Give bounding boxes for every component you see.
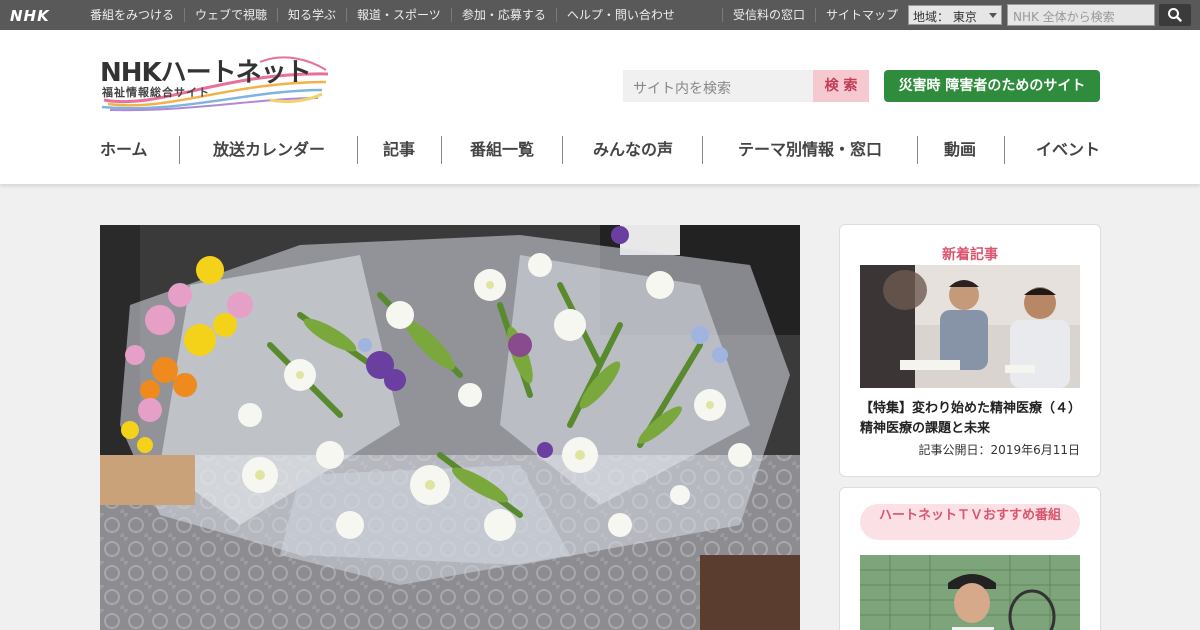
nhk-search-button[interactable] xyxy=(1159,4,1191,26)
recommended-programs-card: ハートネットＴＶおすすめ番組 xyxy=(839,487,1101,630)
nav-divider xyxy=(917,136,918,164)
global-link-sitemap[interactable]: サイトマップ xyxy=(815,8,908,22)
nav-voices[interactable]: みんなの声 xyxy=(593,136,673,164)
nav-divider xyxy=(179,136,180,164)
new-articles-card: 新着記事 【特集】変わり始めた精神医療（４）精神医療の課題と未来 記事公開日：2… xyxy=(839,224,1101,477)
region-value: 東京 xyxy=(952,10,977,24)
search-icon xyxy=(1168,8,1182,22)
flowers-illustration xyxy=(100,225,800,630)
hero-image-flowers[interactable] xyxy=(100,225,800,630)
global-link-news-sports[interactable]: 報道・スポーツ xyxy=(346,8,451,22)
region-label: 地域： xyxy=(913,10,950,24)
nav-divider xyxy=(357,136,358,164)
region-select[interactable]: 地域： 東京 xyxy=(908,5,1002,25)
nav-program-list[interactable]: 番組一覧 xyxy=(470,136,534,164)
nav-home[interactable]: ホーム xyxy=(100,136,148,164)
nav-articles[interactable]: 記事 xyxy=(383,136,415,164)
disaster-site-button[interactable]: 災害時 障害者のためのサイト xyxy=(884,70,1100,102)
global-topbar: NHK 番組をみつける ウェブで視聴 知る学ぶ 報道・スポーツ 参加・応募する … xyxy=(0,0,1200,30)
nav-themes[interactable]: テーマ別情報・窓口 xyxy=(738,136,882,164)
global-link-fee[interactable]: 受信料の窓口 xyxy=(722,8,815,22)
recommended-programs-heading: ハートネットＴＶおすすめ番組 xyxy=(860,504,1080,540)
logo-subtitle: 福祉情報総合サイト xyxy=(102,86,210,99)
tennis-photo xyxy=(860,555,1080,630)
site-search-button[interactable]: 検 索 xyxy=(813,70,869,102)
nav-divider xyxy=(702,136,703,164)
site-search-input[interactable]: サイト内を検索 xyxy=(623,70,813,102)
nhk-logo[interactable]: NHK xyxy=(10,7,50,25)
global-right-links: 受信料の窓口 サイトマップ xyxy=(722,0,908,30)
nav-broadcast-calendar[interactable]: 放送カレンダー xyxy=(213,136,325,164)
global-link-find-programs[interactable]: 番組をみつける xyxy=(80,8,184,22)
article-publish-date: 記事公開日：2019年6月11日 xyxy=(918,443,1080,457)
nav-videos[interactable]: 動画 xyxy=(944,136,976,164)
article-thumbnail[interactable] xyxy=(860,265,1080,388)
global-link-watch-web[interactable]: ウェブで視聴 xyxy=(184,8,277,22)
nav-divider xyxy=(441,136,442,164)
heartnet-logo[interactable]: NHKハートネット 福祉情報総合サイト xyxy=(100,52,330,114)
nav-divider xyxy=(562,136,563,164)
global-link-help[interactable]: ヘルプ・問い合わせ xyxy=(555,8,685,22)
nav-divider xyxy=(1004,136,1005,164)
nav-events[interactable]: イベント xyxy=(1036,136,1100,164)
global-nav: 番組をみつける ウェブで視聴 知る学ぶ 報道・スポーツ 参加・応募する ヘルプ・… xyxy=(80,0,706,30)
chevron-down-icon xyxy=(989,13,997,18)
new-articles-heading: 新着記事 xyxy=(942,247,998,263)
global-link-participate[interactable]: 参加・応募する xyxy=(450,8,556,22)
meeting-photo xyxy=(860,265,1080,388)
site-header: NHKハートネット 福祉情報総合サイト サイト内を検索 検 索 災害時 障害者の… xyxy=(0,30,1200,184)
program-thumbnail[interactable] xyxy=(860,555,1080,630)
global-link-learn[interactable]: 知る学ぶ xyxy=(277,8,346,22)
nhk-search-input[interactable]: NHK 全体から検索 xyxy=(1007,4,1155,26)
article-title-link[interactable]: 【特集】変わり始めた精神医療（４）精神医療の課題と未来 xyxy=(860,399,1080,439)
main-nav: ホーム 放送カレンダー 記事 番組一覧 みんなの声 テーマ別情報・窓口 動画 イ… xyxy=(100,136,1100,164)
